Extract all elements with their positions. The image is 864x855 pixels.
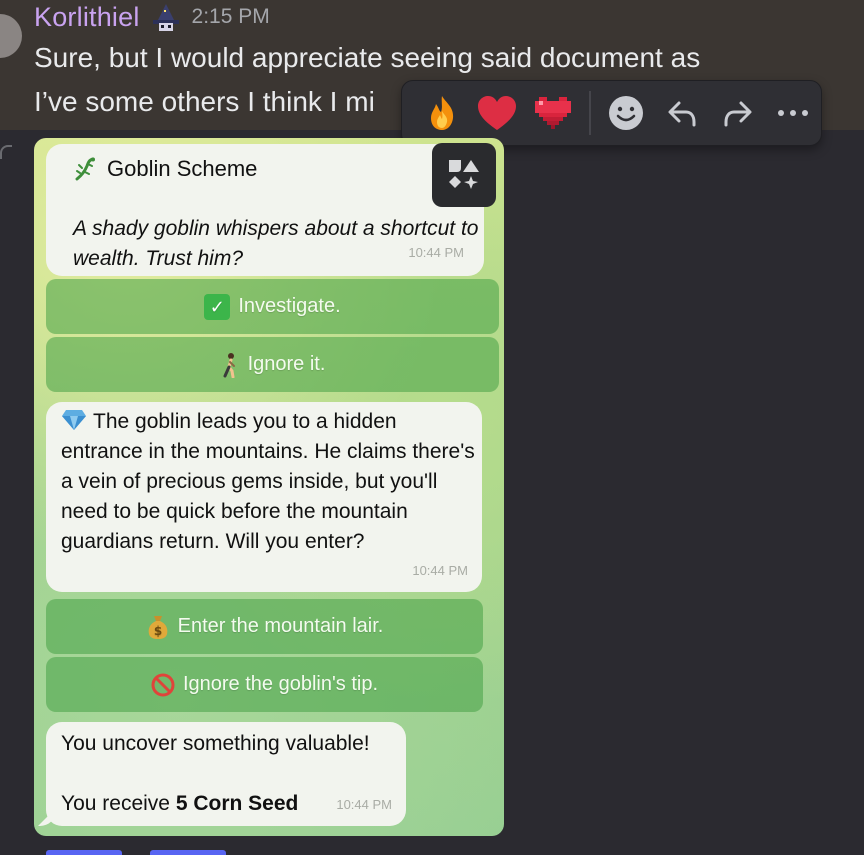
reward-line-1: You uncover something valuable! xyxy=(61,732,370,755)
story-text: The goblin leads you to a hidden entranc… xyxy=(61,407,476,557)
heart-reaction-button[interactable] xyxy=(470,84,526,142)
message-header: Korlithiel 2:15 PM xyxy=(34,0,270,34)
pixel-heart-reaction-button[interactable] xyxy=(525,84,581,142)
app-shortcut-tile[interactable] xyxy=(432,143,496,207)
shapes-app-icon xyxy=(449,160,479,189)
money-bag-icon: $ xyxy=(148,615,167,639)
forward-icon xyxy=(724,101,752,127)
ignore-it-label: Ignore it. xyxy=(247,353,326,375)
reward-line-2: You receive 5 Corn Seed xyxy=(61,789,298,819)
toolbar-divider xyxy=(588,91,591,135)
red-heart-icon xyxy=(478,96,517,130)
ignore-tip-label: Ignore the goblin's tip. xyxy=(182,673,379,695)
story-time: 10:44 PM xyxy=(412,563,468,578)
forward-button[interactable] xyxy=(710,84,766,142)
reward-time: 10:44 PM xyxy=(336,797,392,812)
prohibited-icon xyxy=(151,673,175,696)
username[interactable]: Korlithiel xyxy=(34,2,140,33)
walking-person-icon xyxy=(223,352,235,378)
reward-prefix: You receive xyxy=(61,792,176,815)
attached-screenshot[interactable]: Goblin Scheme A shady goblin whispers ab… xyxy=(34,138,504,836)
message-action-toolbar xyxy=(401,80,822,146)
card-time: 10:44 PM xyxy=(408,245,464,260)
goblin-scheme-card: Goblin Scheme A shady goblin whispers ab… xyxy=(46,144,484,276)
fire-icon xyxy=(430,96,453,130)
add-reaction-icon xyxy=(609,96,644,130)
investigate-button[interactable]: ✓ Investigate. xyxy=(46,279,499,334)
reply-icon xyxy=(668,101,696,127)
more-icon xyxy=(778,110,809,116)
next-element-stub-1 xyxy=(46,850,122,855)
enter-lair-label: Enter the mountain lair. xyxy=(177,615,384,637)
reply-connector xyxy=(0,145,12,159)
investigate-label: Investigate. xyxy=(238,295,341,317)
more-options-button[interactable] xyxy=(765,84,821,142)
next-element-stub-2 xyxy=(150,850,226,855)
message-text-line-2: I’ve some others I think I mi xyxy=(34,86,375,117)
check-mark-icon: ✓ xyxy=(204,293,231,320)
wizard-badge-icon xyxy=(148,2,184,32)
message-text-line-1: Sure, but I would appreciate seeing said… xyxy=(34,42,701,73)
story-text-content: The goblin leads you to a hidden entranc… xyxy=(61,410,475,553)
lizard-icon xyxy=(75,157,95,181)
ignore-it-button[interactable]: Ignore it. xyxy=(46,337,499,392)
goblin-story-message: The goblin leads you to a hidden entranc… xyxy=(46,402,482,592)
reply-button[interactable] xyxy=(654,84,710,142)
next-message-edge xyxy=(46,850,446,855)
card-title-text: Goblin Scheme xyxy=(107,156,258,181)
message-timestamp: 2:15 PM xyxy=(191,5,270,28)
fire-reaction-button[interactable] xyxy=(414,84,470,142)
reward-message: You uncover something valuable! You rece… xyxy=(46,722,406,826)
gem-icon xyxy=(62,410,86,430)
svg-text:$: $ xyxy=(153,624,161,638)
card-title: Goblin Scheme xyxy=(73,154,257,184)
add-reaction-button[interactable] xyxy=(599,84,655,142)
reward-item: 5 Corn Seed xyxy=(175,792,299,815)
enter-lair-button[interactable]: $ Enter the mountain lair. xyxy=(46,599,483,654)
ignore-tip-button[interactable]: Ignore the goblin's tip. xyxy=(46,657,483,712)
pixel-heart-icon xyxy=(534,97,571,129)
